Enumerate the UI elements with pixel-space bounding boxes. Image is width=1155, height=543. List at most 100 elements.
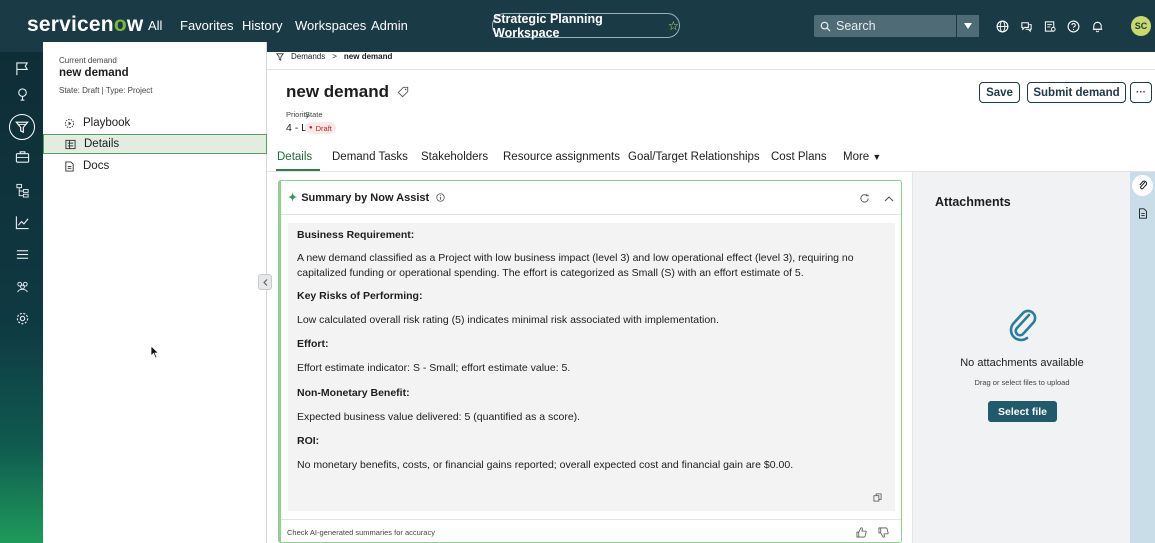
user-avatar[interactable]: SC bbox=[1131, 16, 1151, 36]
select-file-button[interactable]: Select file bbox=[988, 401, 1057, 422]
section-text: No monetary benefits, costs, or financia… bbox=[297, 459, 794, 471]
section-heading: Key Risks of Performing: bbox=[297, 290, 423, 302]
search-input[interactable]: Search bbox=[814, 15, 956, 37]
summary-footer: Check AI-generated summaries for accurac… bbox=[281, 519, 901, 543]
no-attachments-text: No attachments available bbox=[960, 357, 1084, 369]
demand-title: new demand bbox=[286, 82, 389, 101]
section-text: Low calculated overall risk rating (5) i… bbox=[297, 314, 719, 326]
nav-favorites[interactable]: Favorites bbox=[180, 18, 233, 33]
section-text: Effort estimate indicator: S - Small; ef… bbox=[297, 362, 571, 374]
thumbs-up-icon[interactable] bbox=[856, 527, 867, 538]
page-title: new demand bbox=[286, 82, 409, 102]
tab-goal-target-relationships[interactable]: Goal/Target Relationships bbox=[628, 151, 760, 163]
tab-stakeholders[interactable]: Stakeholders bbox=[421, 151, 488, 163]
tab-cost-plans[interactable]: Cost Plans bbox=[771, 151, 827, 163]
logo-text-end: w bbox=[126, 13, 144, 36]
copy-icon[interactable] bbox=[873, 493, 882, 502]
nav-item-label: Details bbox=[84, 138, 120, 150]
nav-workspaces[interactable]: Workspaces bbox=[295, 18, 366, 33]
attachment-tab-icon[interactable] bbox=[1132, 175, 1153, 196]
section-text: Expected business value delivered: 5 (qu… bbox=[297, 411, 581, 423]
breadcrumb-separator: > bbox=[332, 52, 337, 61]
breadcrumb-demands[interactable]: Demands bbox=[291, 52, 325, 61]
tag-icon[interactable] bbox=[397, 86, 409, 98]
submit-demand-button[interactable]: Submit demand bbox=[1027, 82, 1126, 103]
briefcase-icon[interactable] bbox=[12, 146, 32, 166]
accuracy-note: Check AI-generated summaries for accurac… bbox=[287, 527, 435, 537]
state-badge: ● Draft bbox=[305, 122, 336, 134]
current-demand-title: new demand bbox=[59, 67, 129, 79]
nav-admin[interactable]: Admin bbox=[371, 18, 408, 33]
nav-all[interactable]: All bbox=[148, 18, 162, 33]
line-chart-icon[interactable] bbox=[12, 212, 32, 232]
attachments-panel: Attachments No attachments available Dra… bbox=[912, 172, 1130, 543]
section-heading: Business Requirement: bbox=[297, 229, 415, 241]
state-badge-text: Draft bbox=[315, 123, 332, 133]
settings-gear-icon[interactable] bbox=[12, 308, 32, 328]
info-icon[interactable] bbox=[436, 193, 445, 202]
demand-funnel-icon[interactable] bbox=[9, 114, 35, 140]
app-icon-rail bbox=[0, 52, 43, 543]
summary-card: ✦ Summary by Now Assist Business Require… bbox=[278, 180, 902, 543]
playbook-icon bbox=[64, 118, 75, 128]
nav-item-playbook[interactable]: Playbook bbox=[43, 113, 267, 133]
search-icon bbox=[820, 21, 831, 32]
search-scope-dropdown[interactable] bbox=[956, 15, 979, 37]
notification-bell-icon[interactable] bbox=[1088, 17, 1106, 35]
flag-icon[interactable] bbox=[12, 58, 32, 78]
breadcrumb: Demands > new demand bbox=[276, 52, 392, 61]
summary-title: Summary by Now Assist bbox=[301, 191, 430, 204]
people-icon[interactable] bbox=[12, 276, 32, 296]
summary-body: Business Requirement: A new demand class… bbox=[288, 223, 895, 511]
workspace-name: Strategic Planning Workspace bbox=[493, 11, 603, 40]
help-icon[interactable] bbox=[1064, 17, 1082, 35]
tab-details[interactable]: Details bbox=[277, 151, 312, 163]
hierarchy-icon[interactable] bbox=[12, 180, 32, 200]
docs-icon bbox=[65, 160, 74, 172]
demand-state-type: State: Draft | Type: Project bbox=[59, 86, 153, 95]
chevron-up-icon[interactable] bbox=[884, 195, 894, 202]
collapse-panel-button[interactable] bbox=[258, 274, 272, 290]
refresh-icon[interactable] bbox=[859, 193, 870, 204]
lightbulb-icon[interactable] bbox=[12, 84, 32, 104]
breadcrumb-current: new demand bbox=[343, 52, 393, 61]
workspace-pill[interactable]: Strategic Planning Workspace ☆ bbox=[492, 11, 680, 40]
globe-icon[interactable] bbox=[993, 17, 1011, 35]
sparkle-icon: ✦ bbox=[288, 192, 298, 204]
list-icon[interactable] bbox=[12, 244, 32, 264]
mouse-cursor-icon bbox=[150, 345, 160, 359]
search-placeholder: Search bbox=[836, 19, 876, 33]
current-demand-label: Current demand bbox=[59, 56, 117, 65]
tab-demand-tasks[interactable]: Demand Tasks bbox=[332, 151, 408, 163]
servicenow-logo[interactable]: servicenow bbox=[27, 13, 143, 37]
document-tab-icon[interactable] bbox=[1132, 203, 1153, 224]
side-utility-strip bbox=[1130, 172, 1155, 543]
nav-history[interactable]: History bbox=[242, 18, 282, 33]
section-heading: Effort: bbox=[297, 338, 329, 350]
star-icon[interactable]: ☆ bbox=[668, 18, 679, 33]
nav-item-docs[interactable]: Docs bbox=[43, 156, 267, 176]
tab-resource-assignments[interactable]: Resource assignments bbox=[503, 151, 620, 163]
chevron-left-icon bbox=[262, 278, 267, 286]
more-actions-button[interactable]: ··· bbox=[1130, 82, 1152, 103]
summary-header: ✦ Summary by Now Assist bbox=[281, 181, 901, 215]
chevron-down-icon bbox=[964, 23, 972, 29]
attachments-title: Attachments bbox=[935, 195, 1011, 209]
state-label: State bbox=[305, 110, 323, 119]
nav-item-label: Playbook bbox=[83, 117, 131, 129]
filter-icon bbox=[276, 52, 284, 61]
tab-more[interactable]: More ▼ bbox=[843, 151, 881, 163]
document-search-icon[interactable] bbox=[1041, 17, 1059, 35]
logo-text: servicen bbox=[27, 13, 114, 36]
breadcrumb-divider bbox=[267, 69, 1155, 70]
upload-hint: Drag or select files to upload bbox=[974, 378, 1070, 387]
paperclip-icon bbox=[1009, 309, 1037, 342]
section-heading: ROI: bbox=[297, 435, 320, 447]
save-button[interactable]: Save bbox=[979, 82, 1020, 103]
chat-icon[interactable] bbox=[1017, 17, 1035, 35]
nav-item-details[interactable]: Details bbox=[43, 134, 267, 154]
demand-navigation-panel: Current demand new demand State: Draft |… bbox=[43, 42, 267, 543]
section-text: A new demand classified as a Project wit… bbox=[297, 252, 854, 279]
thumbs-down-icon[interactable] bbox=[878, 527, 889, 538]
chevron-down-icon: ▼ bbox=[872, 152, 882, 162]
